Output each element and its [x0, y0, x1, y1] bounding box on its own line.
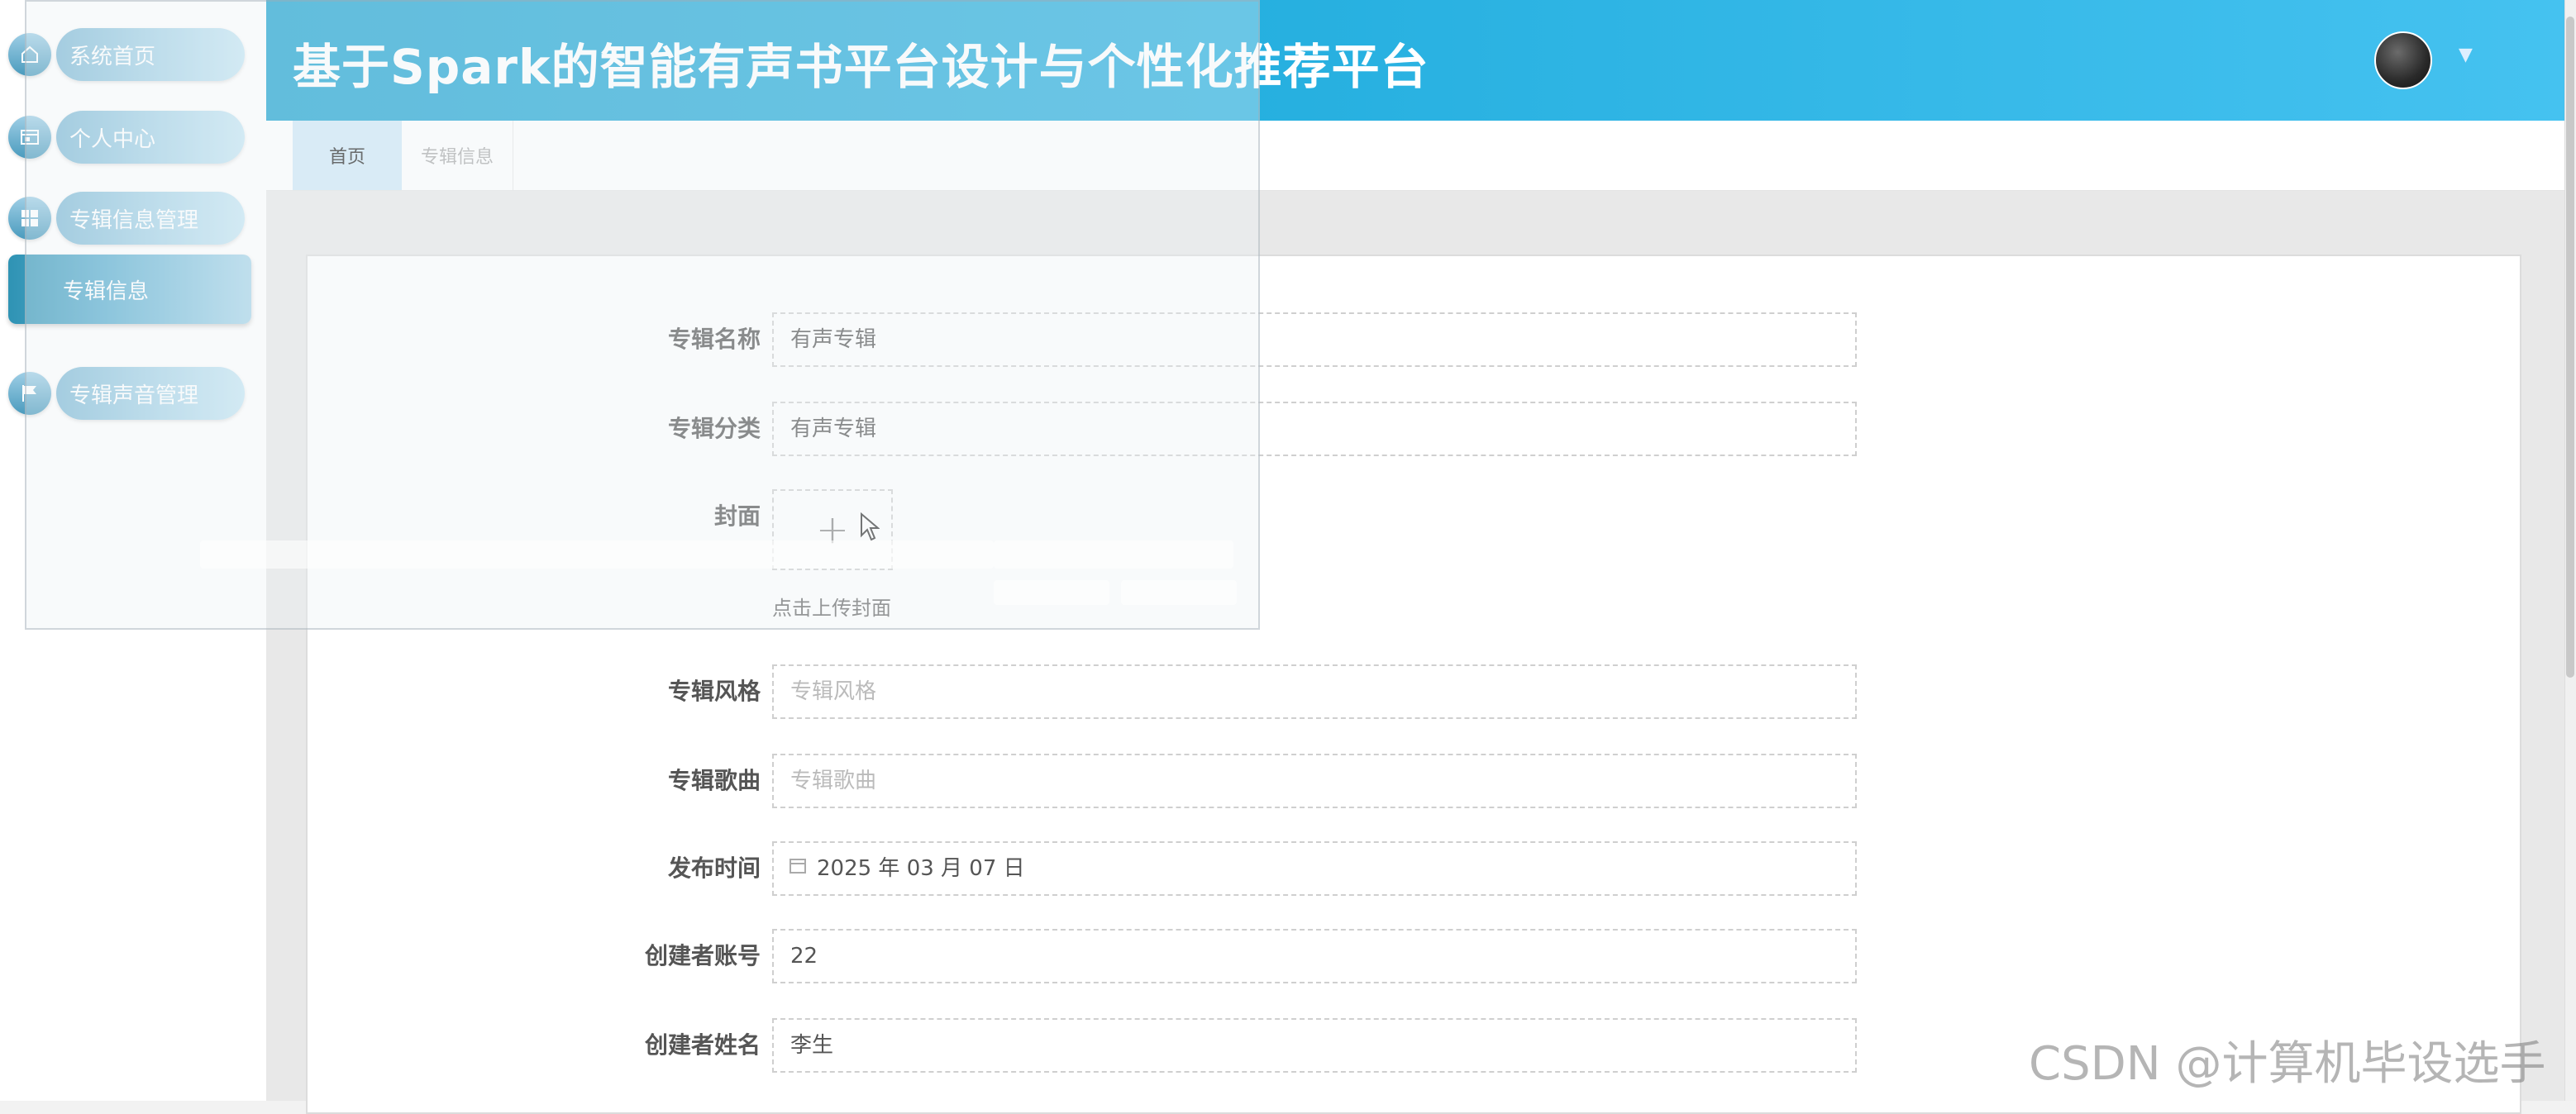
watermark: CSDN @计算机毕设选手 [2029, 1037, 2546, 1091]
tab-album-info[interactable]: 专辑信息 [402, 121, 513, 190]
cover-upload-hint: 点击上传封面 [772, 597, 891, 620]
album-style-input[interactable]: 专辑风格 [772, 664, 1857, 719]
top-header: 基于Spark的智能有声书平台设计与个性化推荐平台 ▼ [266, 0, 2564, 121]
sidebar-item-label: 专辑声音管理 [56, 367, 245, 420]
tab-home[interactable]: 首页 [293, 121, 402, 190]
tabs-bar: 首页 专辑信息 [266, 121, 2564, 191]
creator-name-input[interactable]: 李生 [772, 1018, 1857, 1073]
sidebar-item-label: 个人中心 [56, 111, 245, 164]
sidebar-item-album-management[interactable]: 专辑信息管理 [8, 192, 245, 245]
album-category-label: 专辑分类 [667, 415, 761, 442]
cover-label: 封面 [713, 502, 761, 530]
sidebar-item-profile[interactable]: 个人中心 [8, 111, 245, 164]
sidebar-item-label: 系统首页 [56, 28, 245, 81]
plus-icon: + [815, 507, 850, 553]
album-name-label: 专辑名称 [667, 326, 761, 353]
mouse-cursor-icon [861, 512, 880, 541]
album-song-input[interactable]: 专辑歌曲 [772, 754, 1857, 808]
scrollbar-thumb[interactable] [2566, 17, 2574, 678]
creator-name-label: 创建者姓名 [644, 1031, 761, 1059]
grid-icon [8, 197, 51, 240]
album-name-input[interactable]: 有声专辑 [772, 312, 1857, 367]
album-song-label: 专辑歌曲 [667, 767, 761, 794]
sidebar-item-album-sound-management[interactable]: 专辑声音管理 [8, 367, 245, 420]
album-style-label: 专辑风格 [667, 678, 761, 705]
avatar[interactable] [2374, 31, 2432, 89]
sidebar-item-label: 专辑信息管理 [56, 192, 245, 245]
page-title: 基于Spark的智能有声书平台设计与个性化推荐平台 [293, 39, 1429, 95]
sidebar: 系统首页 个人中心 专辑信息管理 专辑信息 专辑声音管理 [0, 0, 266, 1101]
creator-account-input[interactable]: 22 [772, 929, 1857, 983]
calendar-icon [789, 859, 806, 874]
publish-time-value: 2025 年 03 月 07 日 [817, 856, 1025, 881]
publish-time-label: 发布时间 [667, 855, 761, 882]
creator-account-label: 创建者账号 [644, 942, 761, 969]
sidebar-subitem-album-info[interactable]: 专辑信息 [8, 255, 251, 324]
profile-card-icon [8, 116, 51, 159]
home-icon [8, 33, 51, 76]
album-category-input[interactable]: 有声专辑 [772, 402, 1857, 456]
chevron-down-icon[interactable]: ▼ [2459, 45, 2473, 65]
sidebar-subitem-label: 专辑信息 [63, 278, 150, 304]
flag-icon [8, 372, 51, 415]
sidebar-item-home[interactable]: 系统首页 [8, 28, 245, 81]
publish-time-input[interactable]: 2025 年 03 月 07 日 [772, 841, 1857, 896]
